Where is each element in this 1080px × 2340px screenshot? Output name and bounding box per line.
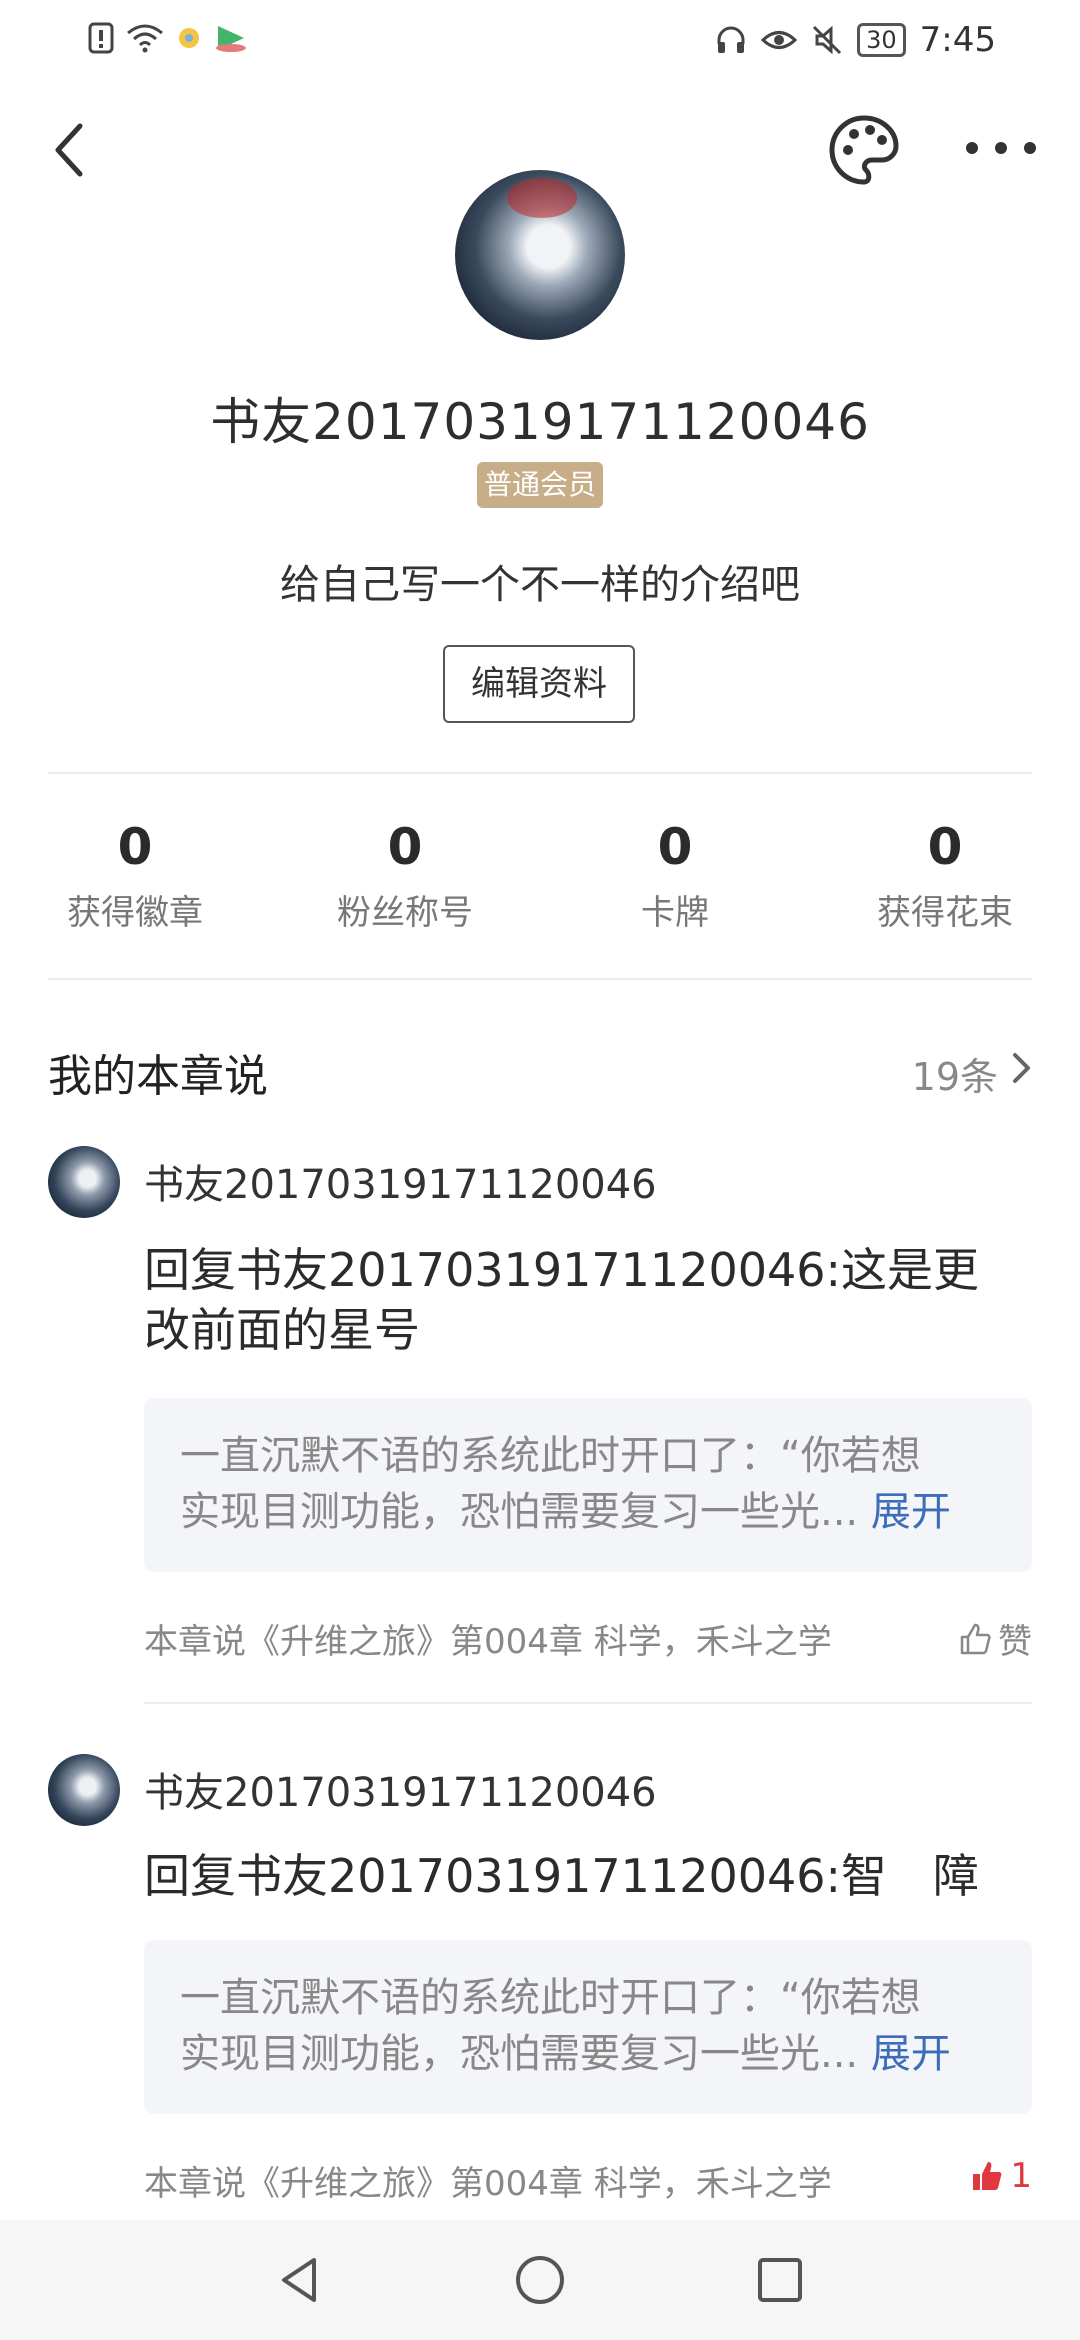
stat-badges[interactable]: 0 获得徽章 <box>0 815 270 934</box>
quote-line-wrap: 实现目测功能，恐怕需要复习一些光... 展开 <box>180 2026 996 2082</box>
circle-home-icon <box>516 2256 564 2304</box>
thumbs-up-filled-icon <box>973 2162 1002 2190</box>
section-count[interactable]: 19条 <box>912 1046 998 1101</box>
expand-link[interactable]: 展开 <box>871 1489 951 1535</box>
profile-bio: 给自己写一个不一样的介绍吧 <box>280 562 800 608</box>
more-icon <box>966 142 1036 154</box>
quote-line: 一直沉默不语的系统此时开口了：“你若想 <box>180 1975 921 2021</box>
chevron-right-icon[interactable] <box>1006 1050 1036 1086</box>
stat-label: 获得徽章 <box>67 893 203 933</box>
comment-username[interactable]: 书友20170319171120046 <box>144 1760 657 1818</box>
stat-label: 卡牌 <box>641 893 709 933</box>
more-options-button[interactable] <box>956 118 1046 178</box>
alert-icon <box>88 22 114 54</box>
like-label: 赞 <box>998 1622 1032 1662</box>
nav-home-button[interactable] <box>510 2250 570 2310</box>
quote-line: 实现目测功能，恐怕需要复习一些光... <box>180 2031 859 2077</box>
edit-profile-button[interactable]: 编辑资料 <box>443 645 635 723</box>
comment-text[interactable]: 回复书友20170319171120046:智 障 <box>144 1846 1024 1906</box>
triangle-back-icon <box>282 2258 316 2302</box>
quoted-excerpt[interactable]: 一直沉默不语的系统此时开口了：“你若想 实现目测功能，恐怕需要复习一些光... … <box>144 1398 1032 1572</box>
quote-line: 实现目测功能，恐怕需要复习一些光... <box>180 1489 859 1535</box>
comment-avatar[interactable] <box>48 1754 120 1826</box>
comment-avatar[interactable] <box>48 1146 120 1218</box>
headset-icon <box>717 26 745 53</box>
app-icon <box>179 28 199 48</box>
eye-icon <box>761 31 798 49</box>
divider <box>48 772 1032 774</box>
profile-username: 书友20170319171120046 <box>210 393 870 451</box>
wifi-icon <box>127 24 163 53</box>
quote-line-wrap: 实现目测功能，恐怕需要复习一些光... 展开 <box>180 1484 996 1540</box>
stat-label: 获得花束 <box>877 893 1013 933</box>
battery-indicator: 30 <box>857 23 906 57</box>
like-button[interactable]: 赞 <box>958 1614 1032 1663</box>
theme-palette-button[interactable] <box>826 112 902 188</box>
nav-recents-button[interactable] <box>750 2250 810 2310</box>
back-button[interactable] <box>40 110 104 190</box>
status-left-icons <box>88 22 248 54</box>
comment-text[interactable]: 回复书友20170319171120046:这是更改前面的星号 <box>144 1240 1024 1360</box>
section-title: 我的本章说 <box>48 1051 268 1102</box>
stat-value: 0 <box>657 818 693 876</box>
palette-icon <box>829 115 899 185</box>
quoted-excerpt[interactable]: 一直沉默不语的系统此时开口了：“你若想 实现目测功能，恐怕需要复习一些光... … <box>144 1940 1032 2114</box>
like-count: 1 <box>1010 2156 1032 2196</box>
nav-back-button[interactable] <box>270 2250 330 2310</box>
status-bar: 30 7:45 <box>0 0 1080 84</box>
divider <box>144 1702 1032 1704</box>
stat-label: 粉丝称号 <box>337 893 473 933</box>
stat-fan-titles[interactable]: 0 粉丝称号 <box>270 815 540 934</box>
like-button[interactable]: 1 <box>970 2156 1032 2196</box>
expand-link[interactable]: 展开 <box>871 2031 951 2077</box>
mute-icon <box>813 25 842 55</box>
stat-flowers[interactable]: 0 获得花束 <box>810 815 1080 934</box>
square-recents-icon <box>758 2258 802 2302</box>
stat-value: 0 <box>927 818 963 876</box>
stat-value: 0 <box>117 818 153 876</box>
comment-source[interactable]: 本章说《升维之旅》第004章 科学，禾斗之学 <box>144 1614 832 1663</box>
member-badge: 普通会员 <box>477 462 603 508</box>
comment-source[interactable]: 本章说《升维之旅》第004章 科学，禾斗之学 <box>144 2156 832 2205</box>
clock: 7:45 <box>919 20 996 60</box>
status-right-icons: 30 7:45 <box>715 20 996 60</box>
stat-cards[interactable]: 0 卡牌 <box>540 815 810 934</box>
profile-avatar[interactable] <box>455 170 625 340</box>
quote-line: 一直沉默不语的系统此时开口了：“你若想 <box>180 1433 921 1479</box>
play-icon <box>216 26 246 52</box>
divider <box>48 978 1032 980</box>
chevron-left-icon <box>55 123 83 177</box>
stat-value: 0 <box>387 818 423 876</box>
thumbs-up-icon <box>960 1623 991 1654</box>
comment-username[interactable]: 书友20170319171120046 <box>144 1152 657 1210</box>
